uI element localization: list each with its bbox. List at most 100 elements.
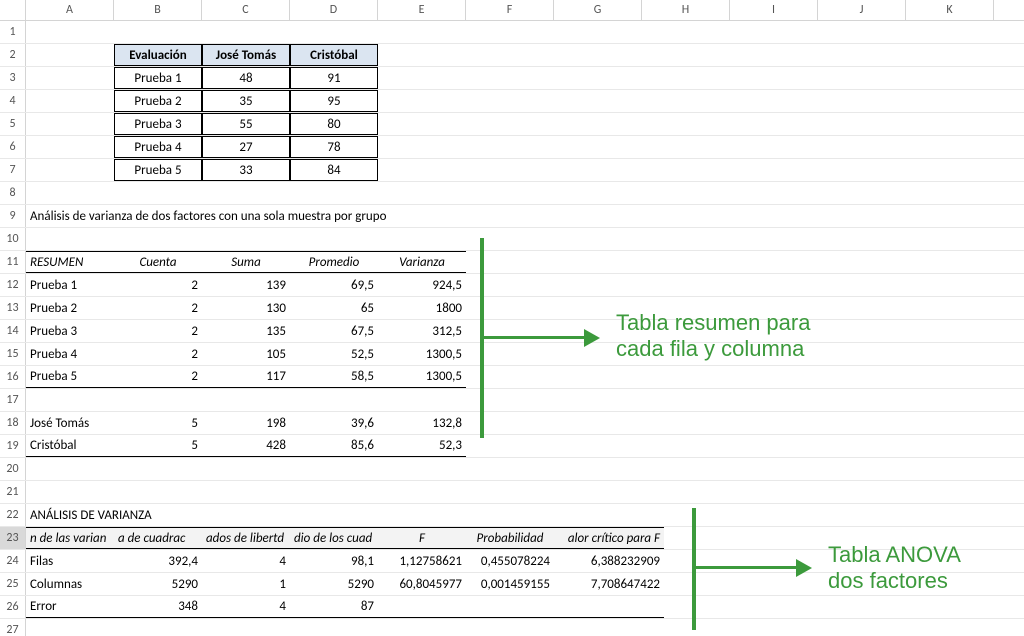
cell-A2[interactable] [26, 44, 114, 66]
anova-title[interactable]: ANÁLISIS DE VARIANZA [26, 504, 378, 526]
two-factor-title[interactable]: Análisis de varianza de dos factores con… [26, 205, 730, 227]
summary-hdr-cuenta[interactable]: Cuenta [114, 251, 202, 273]
summary-row-name[interactable]: Prueba 3 [26, 320, 114, 342]
anova-hdr-crit[interactable]: alor crítico para F [554, 527, 664, 549]
row-header-19[interactable]: 19 [0, 435, 26, 457]
row-header-9[interactable]: 9 [0, 205, 26, 227]
summary-col-name[interactable]: Cristóbal [26, 435, 114, 457]
col-header-B[interactable]: B [114, 0, 202, 20]
anova-f[interactable]: 1,12758621 [378, 550, 466, 572]
input-val[interactable]: 55 [202, 113, 290, 135]
input-row[interactable]: Prueba 2 [114, 90, 202, 112]
summary-row-name[interactable]: Prueba 4 [26, 343, 114, 365]
anova-src[interactable]: Filas [26, 550, 114, 572]
anova-p[interactable]: 0,001459155 [466, 573, 554, 595]
col-header-C[interactable]: C [202, 0, 290, 20]
row-header-2[interactable]: 2 [0, 44, 26, 66]
anova-hdr-ss[interactable]: a de cuadrac [114, 527, 202, 549]
summary-row-name[interactable]: Prueba 5 [26, 366, 114, 388]
input-row[interactable]: Prueba 3 [114, 113, 202, 135]
anova-df[interactable]: 4 [202, 550, 290, 572]
row-header-26[interactable]: 26 [0, 596, 26, 618]
row-header-5[interactable]: 5 [0, 113, 26, 135]
input-val[interactable]: 91 [290, 67, 378, 89]
anova-ms[interactable]: 5290 [290, 573, 378, 595]
row-header-4[interactable]: 4 [0, 90, 26, 112]
row-header-25[interactable]: 25 [0, 573, 26, 595]
input-val[interactable]: 95 [290, 90, 378, 112]
row-header-7[interactable]: 7 [0, 159, 26, 181]
input-val[interactable]: 48 [202, 67, 290, 89]
summary-row-cuenta[interactable]: 2 [114, 274, 202, 296]
summary-hdr-resumen[interactable]: RESUMEN [26, 251, 114, 273]
col-header-F[interactable]: F [466, 0, 554, 20]
anova-p[interactable]: 0,455078224 [466, 550, 554, 572]
summary-row-name[interactable]: Prueba 2 [26, 297, 114, 319]
anova-hdr-prob[interactable]: Probabilidad [466, 527, 554, 549]
summary-row-cuenta[interactable]: 2 [114, 320, 202, 342]
anova-f[interactable]: 60,8045977 [378, 573, 466, 595]
anova-fc[interactable]: 6,388232909 [554, 550, 664, 572]
anova-hdr-ms[interactable]: dio de los cuad [290, 527, 378, 549]
row-header-18[interactable]: 18 [0, 412, 26, 434]
summary-col-promedio[interactable]: 85,6 [290, 435, 378, 457]
input-val[interactable]: 27 [202, 136, 290, 158]
row-header-12[interactable]: 12 [0, 274, 26, 296]
row-header-20[interactable]: 20 [0, 458, 26, 480]
summary-col-varianza[interactable]: 52,3 [378, 435, 466, 457]
row-header-11[interactable]: 11 [0, 251, 26, 273]
anova-hdr-src[interactable]: n de las varian [26, 527, 114, 549]
col-header-I[interactable]: I [730, 0, 818, 20]
cell-A1[interactable] [26, 21, 114, 43]
row-header-10[interactable]: 10 [0, 228, 26, 250]
col-header-J[interactable]: J [818, 0, 906, 20]
row-header-3[interactable]: 3 [0, 67, 26, 89]
row-header-17[interactable]: 17 [0, 389, 26, 411]
summary-row-varianza[interactable]: 1300,5 [378, 366, 466, 388]
anova-fc[interactable] [554, 596, 664, 618]
anova-fc[interactable]: 7,708647422 [554, 573, 664, 595]
summary-col-cuenta[interactable]: 5 [114, 412, 202, 434]
row-header-6[interactable]: 6 [0, 136, 26, 158]
summary-row-promedio[interactable]: 52,5 [290, 343, 378, 365]
anova-ss[interactable]: 348 [114, 596, 202, 618]
input-table-header-c2[interactable]: Cristóbal [290, 44, 378, 66]
row-header-14[interactable]: 14 [0, 320, 26, 342]
row-header-16[interactable]: 16 [0, 366, 26, 388]
row-header-1[interactable]: 1 [0, 21, 26, 43]
row-header-22[interactable]: 22 [0, 504, 26, 526]
row-header-27[interactable]: 27 [0, 619, 26, 636]
input-val[interactable]: 84 [290, 159, 378, 181]
anova-hdr-df[interactable]: ados de libertd [202, 527, 290, 549]
summary-row-promedio[interactable]: 58,5 [290, 366, 378, 388]
summary-col-cuenta[interactable]: 5 [114, 435, 202, 457]
summary-col-suma[interactable]: 428 [202, 435, 290, 457]
input-table-header-eval[interactable]: Evaluación [114, 44, 202, 66]
anova-ms[interactable]: 87 [290, 596, 378, 618]
anova-ss[interactable]: 392,4 [114, 550, 202, 572]
summary-hdr-varianza[interactable]: Varianza [378, 251, 466, 273]
cell-A3[interactable] [26, 67, 114, 89]
col-header-D[interactable]: D [290, 0, 378, 20]
col-header-A[interactable]: A [26, 0, 114, 20]
cell-E1[interactable] [378, 21, 466, 43]
row-header-23[interactable]: 23 [0, 527, 26, 549]
input-row[interactable]: Prueba 5 [114, 159, 202, 181]
input-val[interactable]: 78 [290, 136, 378, 158]
summary-row-cuenta[interactable]: 2 [114, 297, 202, 319]
row-header-13[interactable]: 13 [0, 297, 26, 319]
summary-row-suma[interactable]: 135 [202, 320, 290, 342]
summary-row-varianza[interactable]: 1300,5 [378, 343, 466, 365]
summary-row-varianza[interactable]: 1800 [378, 297, 466, 319]
input-row[interactable]: Prueba 1 [114, 67, 202, 89]
row-header-8[interactable]: 8 [0, 182, 26, 204]
summary-col-promedio[interactable]: 39,6 [290, 412, 378, 434]
cell-D1[interactable] [290, 21, 378, 43]
input-row[interactable]: Prueba 4 [114, 136, 202, 158]
summary-row-varianza[interactable]: 924,5 [378, 274, 466, 296]
summary-row-name[interactable]: Prueba 1 [26, 274, 114, 296]
summary-row-promedio[interactable]: 65 [290, 297, 378, 319]
row-header-24[interactable]: 24 [0, 550, 26, 572]
summary-hdr-suma[interactable]: Suma [202, 251, 290, 273]
select-all-corner[interactable] [0, 0, 26, 20]
